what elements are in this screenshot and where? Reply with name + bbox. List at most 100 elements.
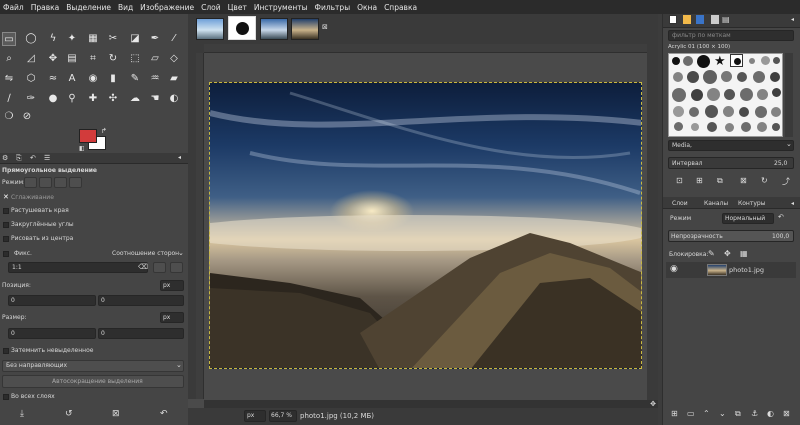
dodge-burn-icon[interactable]: ◐ [167, 92, 181, 106]
menu-file[interactable]: Файл [3, 3, 24, 12]
crop-icon[interactable]: ⌗ [86, 52, 100, 66]
brush-swatch[interactable] [771, 107, 781, 117]
default-colors-icon[interactable]: ◧ [79, 145, 85, 152]
menu-help[interactable]: Справка [384, 3, 417, 12]
tab-paths[interactable]: Контуры [738, 200, 765, 207]
delete-layer-icon[interactable]: ⊠ [783, 409, 790, 418]
color-picker-icon[interactable]: ⁄ [167, 32, 181, 46]
flip-icon[interactable]: ⇋ [2, 72, 16, 86]
lock-pixels-icon[interactable]: ✎ [708, 249, 715, 258]
menu-tools[interactable]: Инструменты [254, 3, 308, 12]
tab-channels[interactable]: Каналы [704, 200, 728, 207]
panel-menu-icon[interactable]: ◂ [178, 154, 181, 161]
delete-options-icon[interactable]: ⊠ [112, 409, 120, 419]
close-tab-icon[interactable]: ⊠ [322, 23, 328, 31]
lock-alpha-icon[interactable]: ▦ [740, 249, 748, 258]
mode-add-button[interactable] [39, 177, 52, 188]
brush-swatch[interactable] [674, 122, 683, 131]
layer-name[interactable]: photo1.jpg [729, 266, 764, 274]
brush-swatch[interactable] [691, 123, 699, 131]
brush-swatch[interactable] [772, 123, 780, 131]
ratio-input[interactable] [8, 262, 148, 273]
swap-colors-icon[interactable]: ↱ [101, 127, 107, 135]
align-icon[interactable]: ▤ [65, 52, 79, 66]
text-icon[interactable]: A [65, 72, 79, 86]
zoom-icon[interactable]: ⌕ [2, 52, 16, 66]
lasso-alt-icon[interactable]: ❍ [2, 110, 16, 124]
highlight-checkbox[interactable] [3, 348, 9, 354]
menu-view[interactable]: Вид [118, 3, 133, 12]
reset-options-icon[interactable]: ↶ [160, 409, 168, 419]
scale-icon[interactable]: ⬚ [128, 52, 142, 66]
mode-reset-icon[interactable]: ↶ [778, 213, 784, 221]
heal-icon[interactable]: ✚ [86, 92, 100, 106]
lasso-icon[interactable]: ϟ [46, 32, 60, 46]
brush-scrollbar[interactable] [785, 53, 793, 137]
new-brush-icon[interactable]: ⊞ [696, 176, 703, 185]
rect-select-icon[interactable]: ▭ [2, 32, 16, 46]
lock-position-icon[interactable]: ✥ [724, 249, 731, 258]
brush-swatch[interactable] [705, 105, 718, 118]
tool-options-tab-icon[interactable]: ⚙ [2, 154, 8, 162]
mypaint-icon[interactable]: ● [46, 92, 60, 106]
position-x-input[interactable] [8, 295, 96, 306]
brush-swatch[interactable] [749, 58, 755, 64]
device-status-tab-icon[interactable]: ⎘ [16, 154, 22, 163]
brushes-panel-menu-icon[interactable]: ◂ [791, 16, 794, 23]
brush-icon[interactable]: ♒ [148, 72, 162, 86]
brush-selected[interactable] [730, 54, 743, 67]
gradients-tab-icon[interactable] [711, 15, 719, 24]
blur-icon[interactable]: ☁ [128, 92, 142, 106]
brush-swatch[interactable] [737, 72, 747, 82]
foreground-select-icon[interactable]: ◪ [128, 32, 142, 46]
fixed-mode-value[interactable]: Соотношение сторон [112, 250, 179, 257]
brush-swatch[interactable] [739, 107, 749, 117]
fuzzy-select-icon[interactable]: ✦ [65, 32, 79, 46]
brush-swatch[interactable] [770, 72, 780, 82]
image-canvas[interactable] [209, 82, 642, 369]
lower-layer-icon[interactable]: ⌄ [719, 409, 726, 418]
brush-swatch[interactable] [672, 57, 680, 65]
layer-mask-icon[interactable]: ◐ [767, 409, 774, 418]
fixed-checkbox[interactable] [3, 251, 9, 257]
menu-image[interactable]: Изображение [140, 3, 194, 12]
image-thumb-1[interactable] [196, 18, 224, 40]
feather-checkbox[interactable] [3, 208, 9, 214]
menu-filters[interactable]: Фильтры [315, 3, 351, 12]
brush-swatch[interactable] [761, 56, 770, 65]
mode-replace-button[interactable] [24, 177, 37, 188]
gradient-icon[interactable]: ▮ [106, 72, 120, 86]
brush-swatch[interactable] [691, 89, 703, 101]
layers-panel-menu-icon[interactable]: ◂ [791, 200, 794, 207]
image-thumb-2[interactable] [228, 16, 256, 40]
fonts-tab-icon[interactable] [696, 15, 704, 24]
foreground-color-swatch[interactable] [79, 129, 97, 143]
move-icon[interactable]: ✥ [46, 52, 60, 66]
menu-select[interactable]: Выделение [66, 3, 111, 12]
brush-swatch[interactable] [673, 72, 683, 82]
all-layers-checkbox[interactable] [3, 394, 9, 400]
vertical-scrollbar[interactable] [647, 44, 658, 400]
menu-edit[interactable]: Правка [31, 3, 60, 12]
mode-subtract-button[interactable] [54, 177, 67, 188]
restore-options-icon[interactable]: ↺ [65, 409, 73, 419]
color-select-icon[interactable]: ▦ [86, 32, 100, 46]
brush-star-icon[interactable]: ★ [714, 54, 726, 69]
expand-center-checkbox[interactable] [3, 236, 9, 242]
size-w-input[interactable] [8, 328, 96, 339]
brush-grid[interactable]: ★ [668, 53, 783, 137]
image-thumb-4[interactable] [291, 18, 319, 40]
measure-icon[interactable]: ◿ [24, 52, 38, 66]
patterns-tab-icon[interactable] [683, 15, 691, 24]
brush-swatch[interactable] [757, 89, 768, 100]
brush-swatch[interactable] [755, 106, 767, 118]
shear-icon[interactable]: ▱ [148, 52, 162, 66]
perspective-clone-icon[interactable]: ✣ [106, 92, 120, 106]
brush-swatch[interactable] [697, 55, 710, 68]
mode-intersect-button[interactable] [69, 177, 82, 188]
brush-swatch[interactable] [723, 106, 734, 117]
brush-swatch[interactable] [707, 88, 720, 101]
brush-swatch[interactable] [753, 71, 765, 83]
brush-swatch[interactable] [707, 122, 717, 132]
menu-layer[interactable]: Слой [201, 3, 221, 12]
